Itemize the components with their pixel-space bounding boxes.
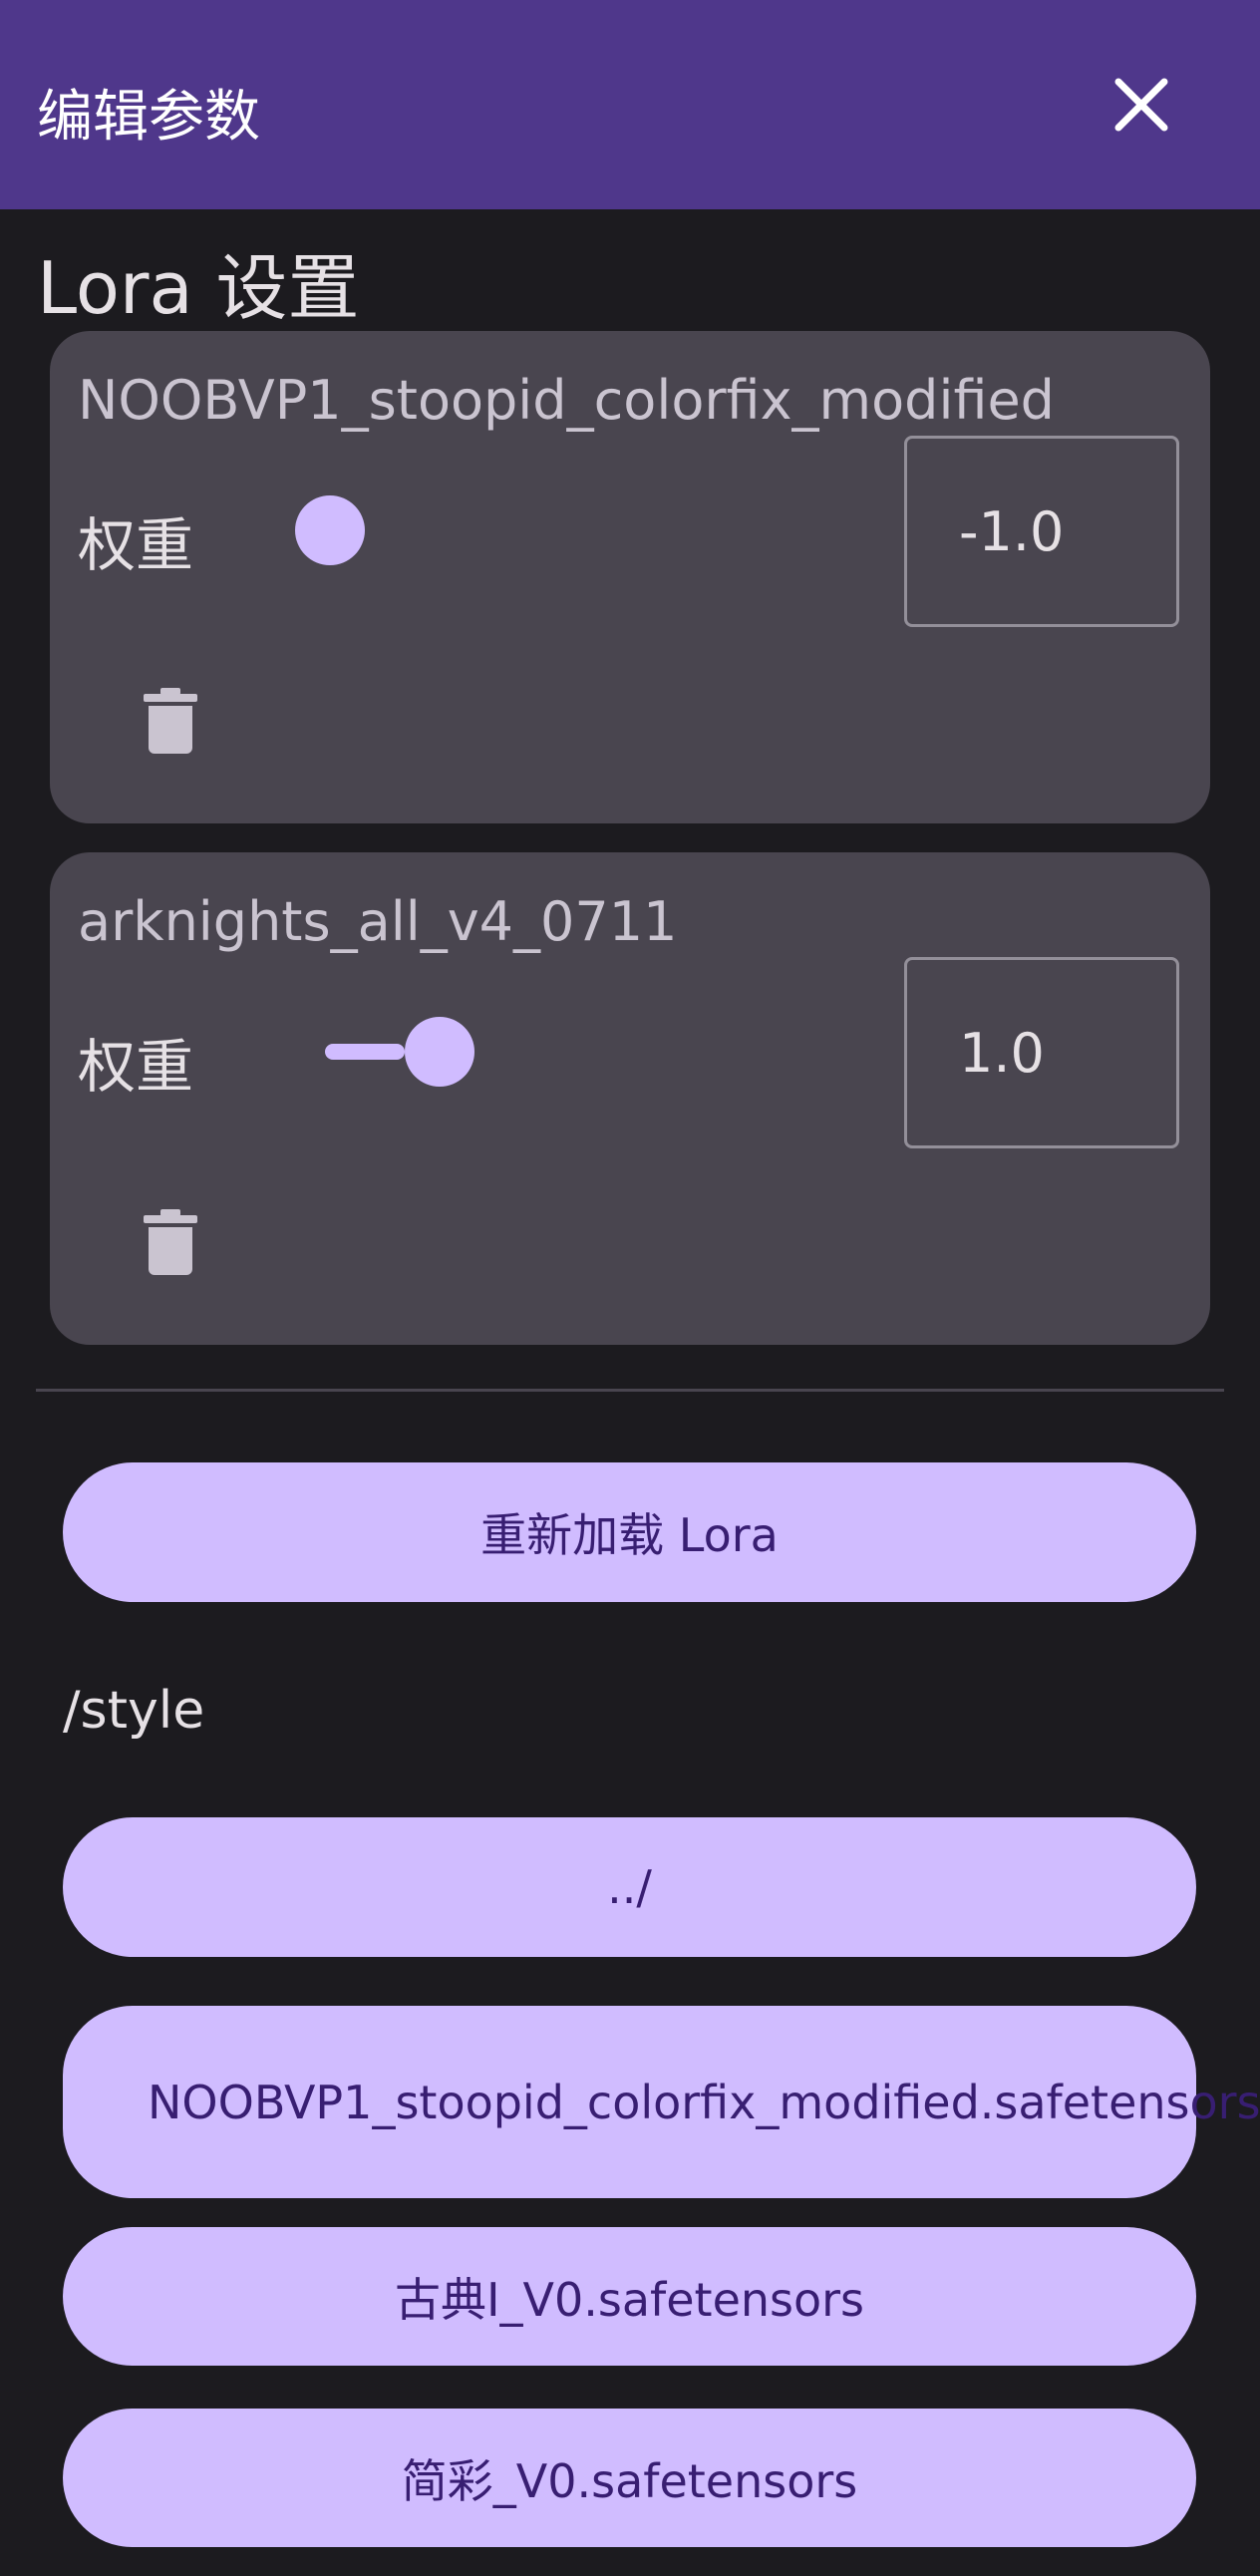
lora-card: arknights_all_v4_0711 权重 1.0 <box>50 852 1210 1345</box>
lora-name: arknights_all_v4_0711 <box>78 890 678 953</box>
weight-slider[interactable] <box>239 485 937 575</box>
top-app-bar: 编辑参数 <box>0 0 1260 209</box>
trash-icon <box>144 1209 197 1275</box>
delete-button[interactable] <box>130 1201 211 1283</box>
slider-active-track <box>325 1044 405 1060</box>
dialog-title: 编辑参数 <box>37 85 260 150</box>
file-item[interactable]: NOOBVP1_stoopid_colorfix_modified.safete… <box>63 2006 1260 2198</box>
weight-slider[interactable] <box>239 1007 937 1097</box>
file-item[interactable]: 古典I_V0.safetensors <box>63 2227 1196 2366</box>
weight-label: 权重 <box>78 1033 194 1101</box>
lora-name: NOOBVP1_stoopid_colorfix_modified <box>78 369 1055 432</box>
file-item-parent[interactable]: ../ <box>63 1817 1196 1957</box>
lora-card: NOOBVP1_stoopid_colorfix_modified 权重 -1.… <box>50 331 1210 823</box>
weight-label: 权重 <box>78 511 194 579</box>
current-path: /style <box>63 1681 205 1741</box>
reload-lora-button[interactable]: 重新加载 Lora <box>63 1462 1196 1602</box>
slider-thumb[interactable] <box>405 1017 474 1087</box>
section-title: Lora 设置 <box>37 246 360 330</box>
slider-thumb[interactable] <box>295 495 365 565</box>
weight-input[interactable]: -1.0 <box>904 436 1179 627</box>
close-icon <box>1114 78 1168 132</box>
close-button[interactable] <box>1106 70 1176 140</box>
trash-icon <box>144 688 197 754</box>
file-item[interactable]: 简彩_V0.safetensors <box>63 2409 1196 2547</box>
divider <box>36 1389 1224 1392</box>
delete-button[interactable] <box>130 680 211 762</box>
weight-input[interactable]: 1.0 <box>904 957 1179 1148</box>
